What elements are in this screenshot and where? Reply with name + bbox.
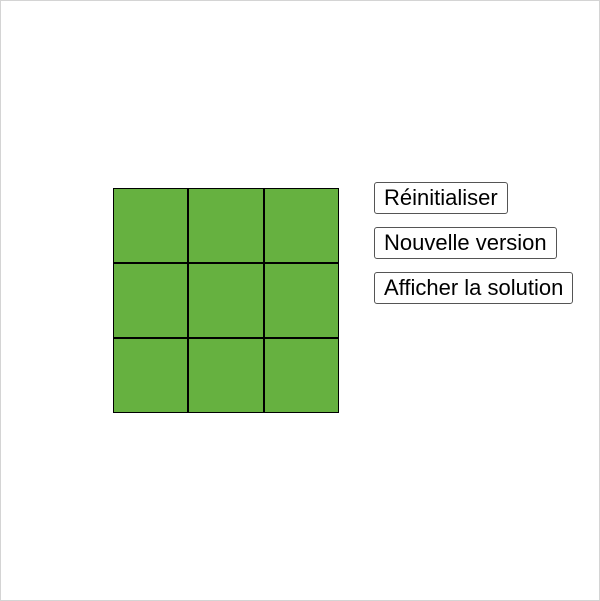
- grid-cell-r2-c2[interactable]: [189, 264, 263, 337]
- grid-cell-r1-c2[interactable]: [189, 189, 263, 262]
- grid-cell-r3-c1[interactable]: [114, 339, 188, 412]
- reset-button[interactable]: Réinitialiser: [374, 182, 508, 214]
- grid-cell-r2-c1[interactable]: [114, 264, 188, 337]
- app-frame: Réinitialiser Nouvelle version Afficher …: [0, 0, 600, 601]
- grid-cell-r1-c1[interactable]: [114, 189, 188, 262]
- puzzle-grid: [113, 188, 339, 413]
- new-version-button[interactable]: Nouvelle version: [374, 227, 557, 259]
- grid-cell-r1-c3[interactable]: [264, 189, 338, 262]
- grid-cell-r3-c2[interactable]: [189, 339, 263, 412]
- grid-cell-r3-c3[interactable]: [264, 339, 338, 412]
- grid-cell-r2-c3[interactable]: [264, 264, 338, 337]
- show-solution-button[interactable]: Afficher la solution: [374, 272, 574, 304]
